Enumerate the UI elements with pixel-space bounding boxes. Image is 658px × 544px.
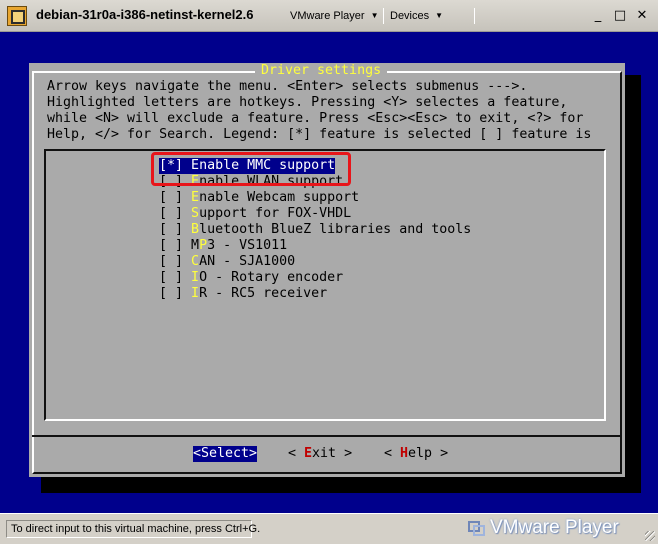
- menu-vmware-player[interactable]: VMware Player ▼: [286, 7, 383, 25]
- option-hotkey: S: [191, 206, 200, 221]
- help-button-label: elp: [408, 446, 433, 461]
- option-state: [ ]: [159, 190, 184, 205]
- option-state: [ ]: [159, 286, 184, 301]
- option-label: upport for FOX-VHDL: [199, 206, 352, 221]
- close-icon: ✕: [636, 8, 648, 23]
- vmware-app-icon: [7, 6, 27, 26]
- window-title: debian-31r0a-i386-netinst-kernel2.6: [36, 7, 254, 22]
- help-button[interactable]: < Help >: [384, 446, 448, 462]
- option-label: R - RC5 receiver: [199, 286, 328, 301]
- help-text-line: while <N> will exclude a feature. Press …: [47, 111, 584, 126]
- dialog-title: Driver settings: [255, 63, 388, 79]
- minimize-icon: _: [594, 8, 602, 23]
- exit-button-close: >: [336, 446, 353, 461]
- exit-hotkey: E: [304, 446, 313, 461]
- menu-devices-label: Devices: [390, 10, 430, 22]
- option-state: [ ]: [159, 254, 184, 269]
- option-ir-rc5-receiver[interactable]: [ ] IR - RC5 receiver: [159, 286, 327, 302]
- option-label: O - Rotary encoder: [199, 270, 344, 285]
- window-titlebar: debian-31r0a-i386-netinst-kernel2.6 VMwa…: [0, 0, 658, 32]
- option-state: [ ]: [159, 222, 184, 237]
- option-state: [ ]: [159, 270, 184, 285]
- virtual-machine-screen[interactable]: Driver settings Arrow keys navigate the …: [0, 32, 658, 513]
- option-hotkey: I: [191, 270, 200, 285]
- close-button[interactable]: ✕: [634, 9, 650, 23]
- option-label: AN - SJA1000: [199, 254, 296, 269]
- option-hotkey: C: [191, 254, 200, 269]
- help-text-line: Arrow keys navigate the menu. <Enter> se…: [47, 79, 528, 94]
- status-hint: To direct input to this virtual machine,…: [6, 520, 260, 538]
- option-label: 3 - VS1011: [207, 238, 288, 253]
- driver-settings-dialog: Driver settings Arrow keys navigate the …: [29, 63, 625, 477]
- help-hotkey: H: [400, 446, 409, 461]
- maximize-button[interactable]: □: [612, 9, 628, 23]
- option-can-sja1000[interactable]: [ ] CAN - SJA1000: [159, 254, 295, 270]
- exit-button[interactable]: < Exit >: [288, 446, 352, 462]
- option-hotkey: B: [191, 222, 200, 237]
- help-button-close: >: [432, 446, 449, 461]
- option-state: [ ]: [159, 238, 184, 253]
- exit-button-label: xit: [312, 446, 337, 461]
- option-hotkey: E: [191, 190, 200, 205]
- option-prefix: M: [191, 238, 200, 253]
- option-hotkey: P: [199, 238, 208, 253]
- chevron-down-icon: ▼: [435, 11, 444, 20]
- button-row-divider: [32, 435, 622, 437]
- option-label: nable Webcam support: [199, 190, 360, 205]
- help-text-line: Highlighted letters are hotkeys. Pressin…: [47, 95, 568, 110]
- maximize-icon: □: [613, 8, 627, 23]
- exit-button-open: <: [288, 446, 305, 461]
- option-label: luetooth BlueZ libraries and tools: [199, 222, 472, 237]
- minimize-button[interactable]: _: [590, 9, 606, 23]
- option-io-rotary-encoder[interactable]: [ ] IO - Rotary encoder: [159, 270, 343, 286]
- resize-grip-icon[interactable]: [645, 531, 655, 541]
- status-bar: To direct input to this virtual machine,…: [0, 513, 658, 544]
- red-highlight-annotation: [151, 152, 351, 186]
- option-enable-webcam-support[interactable]: [ ] Enable Webcam support: [159, 190, 359, 206]
- chevron-down-icon: ▼: [370, 11, 379, 20]
- option-support-for-fox-vhdl[interactable]: [ ] Support for FOX-VHDL: [159, 206, 351, 222]
- menu-separator: [383, 8, 384, 24]
- option-mp3-vs1011[interactable]: [ ] MP3 - VS1011: [159, 238, 287, 254]
- option-state: [ ]: [159, 206, 184, 221]
- help-button-open: <: [384, 446, 401, 461]
- menu-vmware-player-label: VMware Player: [290, 10, 365, 22]
- option-bluetooth-bluez[interactable]: [ ] Bluetooth BlueZ libraries and tools: [159, 222, 471, 238]
- menu-devices[interactable]: Devices ▼: [386, 7, 447, 25]
- vmware-logo-icon: [468, 521, 485, 536]
- select-button[interactable]: <Select>: [193, 446, 258, 462]
- menu-separator: [474, 8, 475, 24]
- help-text-line: Help, </> for Search. Legend: [*] featur…: [47, 127, 592, 142]
- option-hotkey: I: [191, 286, 200, 301]
- vmware-player-brand: VMware Player: [490, 517, 619, 538]
